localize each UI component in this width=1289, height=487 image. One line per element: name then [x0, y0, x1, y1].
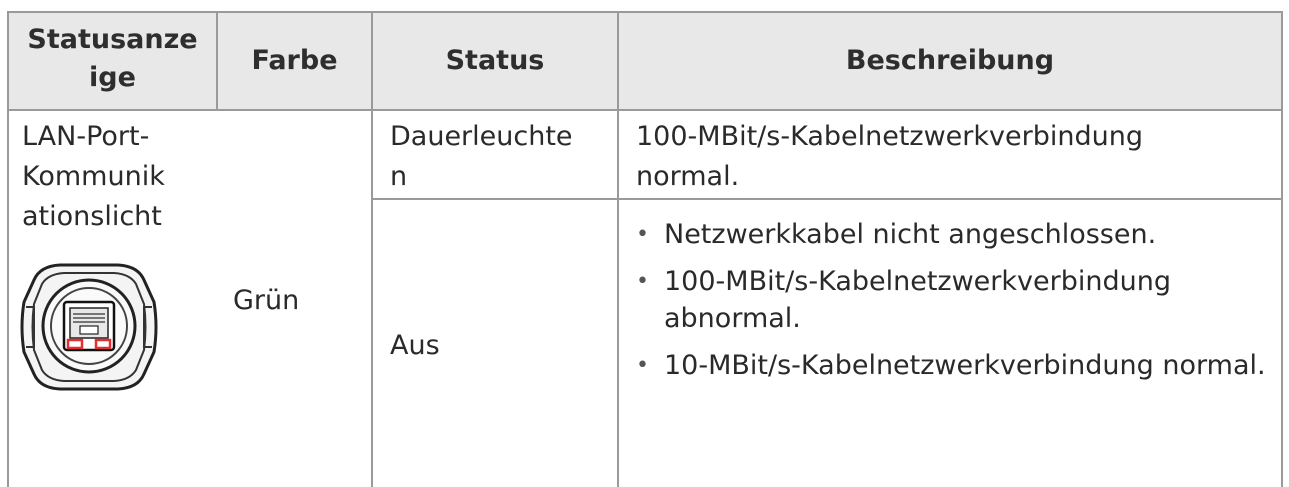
- row-divider: [371, 198, 1283, 200]
- list-item: 10-MBit/s-Kabelnetzwerkverbindung normal…: [630, 347, 1270, 384]
- table-top-border: [7, 11, 1283, 13]
- col-divider-2: [371, 11, 373, 487]
- header-farbe: Farbe: [251, 45, 338, 76]
- list-item: Netzwerkkabel nicht angeschlossen.: [630, 216, 1270, 253]
- indicator-label: LAN-Port- Kommunik ationslicht: [22, 121, 165, 232]
- header-bottom-border: [7, 109, 1283, 111]
- table-right-border: [1281, 11, 1283, 487]
- status-on-description: 100-MBit/s-Kabelnetzwerkverbindung norma…: [636, 121, 1143, 192]
- header-beschreibung: Beschreibung: [845, 45, 1055, 76]
- list-item: 100-MBit/s-Kabelnetzwerkverbindung abnor…: [630, 263, 1270, 337]
- status-aus: Aus: [390, 330, 440, 361]
- col-divider-3: [617, 11, 619, 487]
- header-status: Status: [445, 45, 545, 76]
- status-dauerleuchten: Dauerleuchte n: [390, 121, 573, 192]
- status-off-description-list: Netzwerkkabel nicht angeschlossen. 100-M…: [630, 216, 1270, 384]
- header-statusanzeige: Statusanze ige: [27, 24, 198, 93]
- color-value: Grün: [233, 285, 300, 316]
- status-table: Statusanze ige Farbe Status Beschreibung…: [0, 0, 1289, 487]
- lan-port-icon: [20, 263, 158, 391]
